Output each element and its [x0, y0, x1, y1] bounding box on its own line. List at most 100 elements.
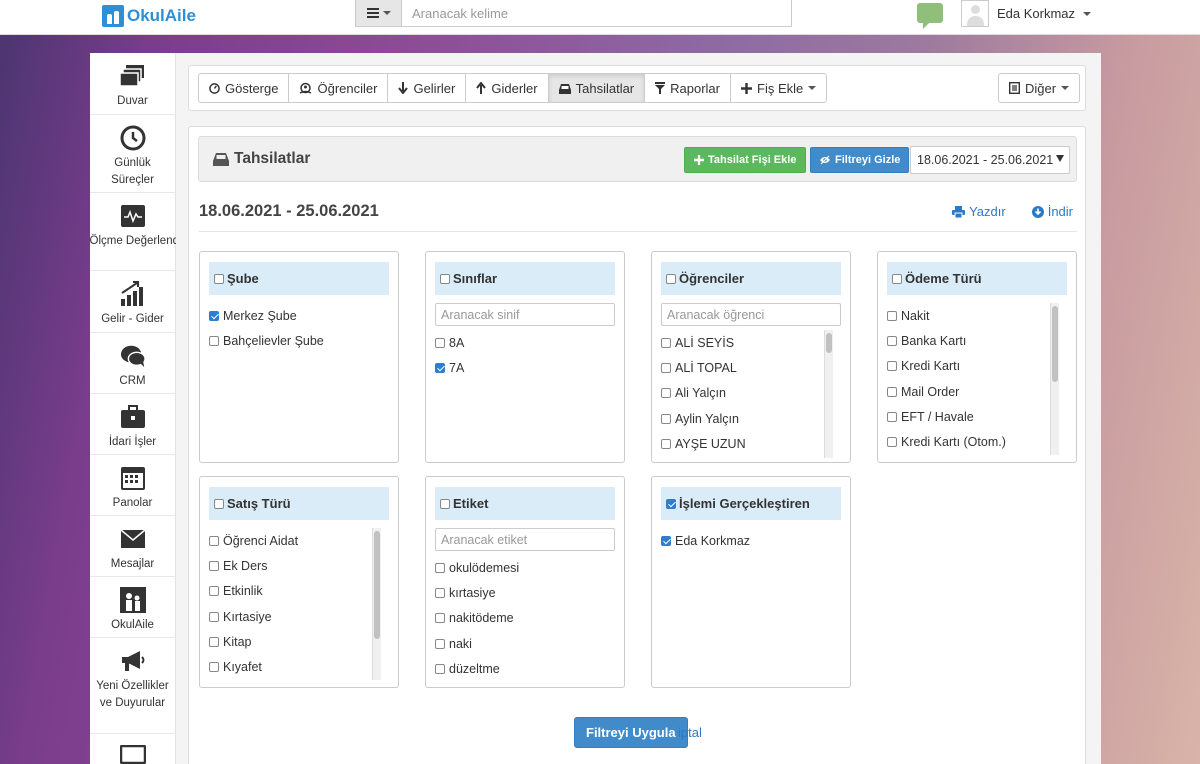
- sidebar-item-okulaile[interactable]: OkulAile: [90, 577, 175, 638]
- checkbox[interactable]: [209, 310, 219, 321]
- search-input[interactable]: [402, 0, 791, 26]
- checkbox[interactable]: [661, 337, 671, 348]
- filter-option[interactable]: AYŞE UZUN: [661, 431, 842, 456]
- tab-ogrenciler[interactable]: Öğrenciler: [288, 73, 389, 103]
- sidebar-item-crm[interactable]: CRM: [90, 333, 175, 394]
- checkbox[interactable]: [887, 386, 897, 397]
- filter-option[interactable]: ALİ SEYİS: [661, 330, 842, 355]
- checkbox[interactable]: [887, 437, 897, 448]
- checkbox[interactable]: [661, 438, 671, 449]
- checkbox[interactable]: [661, 535, 671, 546]
- filter-option[interactable]: naki: [435, 631, 624, 656]
- filter-option[interactable]: Öğrenci Aidat: [209, 528, 390, 553]
- checkbox[interactable]: [887, 335, 897, 346]
- tab-tahsilatlar[interactable]: Tahsilatlar: [547, 73, 646, 103]
- filter-option[interactable]: kırtasiye: [435, 580, 624, 605]
- apply-filter-button[interactable]: Filtreyi Uygula: [574, 717, 688, 748]
- sidebar-item-mesajlar[interactable]: Mesajlar: [90, 516, 175, 577]
- select-all-checkbox[interactable]: [440, 273, 450, 284]
- checkbox[interactable]: [435, 638, 445, 649]
- okulaile-logo[interactable]: OkulAile: [102, 5, 196, 27]
- filter-option[interactable]: Aylin Yalçın: [661, 406, 842, 431]
- checkbox[interactable]: [661, 388, 671, 399]
- filter-option[interactable]: Etkinlik: [209, 579, 390, 604]
- checkbox[interactable]: [661, 413, 671, 424]
- select-all-checkbox[interactable]: [892, 273, 902, 284]
- download-link[interactable]: İndir: [1031, 204, 1073, 219]
- filter-option[interactable]: Kitap: [209, 629, 390, 654]
- filter-option[interactable]: Ali Yalçın: [661, 381, 842, 406]
- checkbox[interactable]: [209, 586, 219, 597]
- tab-gosterge[interactable]: Gösterge: [198, 73, 290, 103]
- filter-option[interactable]: Nakit: [887, 303, 1068, 328]
- scrollbar[interactable]: [824, 330, 833, 458]
- checkbox[interactable]: [435, 562, 445, 573]
- scrollbar-thumb[interactable]: [1052, 306, 1058, 382]
- add-tahsilat-button[interactable]: Tahsilat Fişi Ekle: [684, 147, 807, 173]
- sidebar-item-duvar[interactable]: Duvar: [90, 53, 175, 115]
- checkbox[interactable]: [887, 361, 897, 372]
- filter-option[interactable]: nakitödeme: [435, 606, 624, 631]
- filter-option[interactable]: ALİ TOPAL: [661, 355, 842, 380]
- filter-option[interactable]: Banka Kartı: [887, 328, 1068, 353]
- checkbox[interactable]: [209, 335, 219, 346]
- filter-option[interactable]: 7A: [435, 355, 624, 380]
- checkbox[interactable]: [887, 310, 897, 321]
- select-all-checkbox[interactable]: [666, 273, 676, 284]
- filter-option[interactable]: Mail Order: [887, 379, 1068, 404]
- sidebar-item-gelir-gider[interactable]: Gelir - Gider: [90, 271, 175, 333]
- sidebar-item-yeni-ozellikler[interactable]: Yeni Özellikler ve Duyurular: [90, 638, 175, 734]
- select-all-checkbox[interactable]: [214, 273, 224, 284]
- select-all-checkbox[interactable]: [214, 498, 224, 509]
- filter-option[interactable]: Kırtasiye: [209, 604, 390, 629]
- etiket-search-input[interactable]: Aranacak etiket: [435, 528, 615, 551]
- filter-option[interactable]: düzeltme: [435, 656, 624, 681]
- filter-option[interactable]: Bahçelievler Şube: [209, 328, 398, 353]
- checkbox[interactable]: [209, 535, 219, 546]
- filter-option[interactable]: 8A: [435, 330, 624, 355]
- scrollbar-thumb[interactable]: [826, 333, 832, 353]
- checkbox[interactable]: [209, 560, 219, 571]
- tab-gelirler[interactable]: Gelirler: [387, 73, 467, 103]
- print-link[interactable]: Yazdır: [952, 204, 1006, 219]
- checkbox[interactable]: [435, 613, 445, 624]
- sidebar-item-olcme-degerlendirme[interactable]: Ölçme Değerlendirme: [90, 193, 176, 271]
- filter-option[interactable]: Kredi Kartı (Otom.): [887, 429, 1068, 454]
- filter-option[interactable]: Eda Korkmaz: [661, 528, 850, 553]
- checkbox[interactable]: [435, 587, 445, 598]
- filter-option[interactable]: Kıyafet: [209, 654, 390, 679]
- checkbox[interactable]: [435, 362, 445, 373]
- cancel-link[interactable]: iptal: [678, 725, 702, 740]
- tab-giderler[interactable]: Giderler: [465, 73, 549, 103]
- select-all-checkbox[interactable]: [440, 498, 450, 509]
- sinif-search-input[interactable]: Aranacak sinif: [435, 303, 615, 326]
- checkbox[interactable]: [887, 411, 897, 422]
- filter-option[interactable]: EFT / Havale: [887, 404, 1068, 429]
- ogrenci-search-input[interactable]: Aranacak öğrenci: [661, 303, 841, 326]
- filter-option[interactable]: Ek Ders: [209, 553, 390, 578]
- filter-option[interactable]: okulödemesi: [435, 555, 624, 580]
- date-range-select[interactable]: 18.06.2021 - 25.06.2021: [910, 146, 1070, 174]
- scrollbar-thumb[interactable]: [374, 531, 380, 639]
- filter-option[interactable]: Kredi Kartı: [887, 354, 1068, 379]
- sidebar-item-gunluk-surecler[interactable]: Günlük Süreçler: [90, 115, 175, 193]
- sidebar-item-monitor[interactable]: [90, 734, 175, 764]
- chat-icon[interactable]: [917, 3, 943, 29]
- user-menu[interactable]: Eda Korkmaz: [961, 0, 1092, 27]
- filter-option[interactable]: Merkez Şube: [209, 303, 398, 328]
- checkbox[interactable]: [435, 663, 445, 674]
- tab-raporlar[interactable]: Raporlar: [644, 73, 731, 103]
- checkbox[interactable]: [435, 337, 445, 348]
- checkbox[interactable]: [209, 611, 219, 622]
- diger-dropdown[interactable]: Diğer: [998, 73, 1081, 103]
- scrollbar[interactable]: [1050, 303, 1059, 455]
- fis-ekle-dropdown[interactable]: Fiş Ekle: [730, 73, 828, 103]
- search-menu-button[interactable]: [356, 0, 402, 26]
- filter-toggle-button[interactable]: Filtreyi Gizle: [810, 147, 910, 173]
- sidebar-item-idari-isler[interactable]: İdari İşler: [90, 394, 175, 455]
- checkbox[interactable]: [661, 362, 671, 373]
- checkbox[interactable]: [209, 662, 219, 673]
- sidebar-item-panolar[interactable]: Panolar: [90, 455, 175, 516]
- select-all-checkbox[interactable]: [666, 498, 676, 509]
- scrollbar[interactable]: [372, 528, 381, 680]
